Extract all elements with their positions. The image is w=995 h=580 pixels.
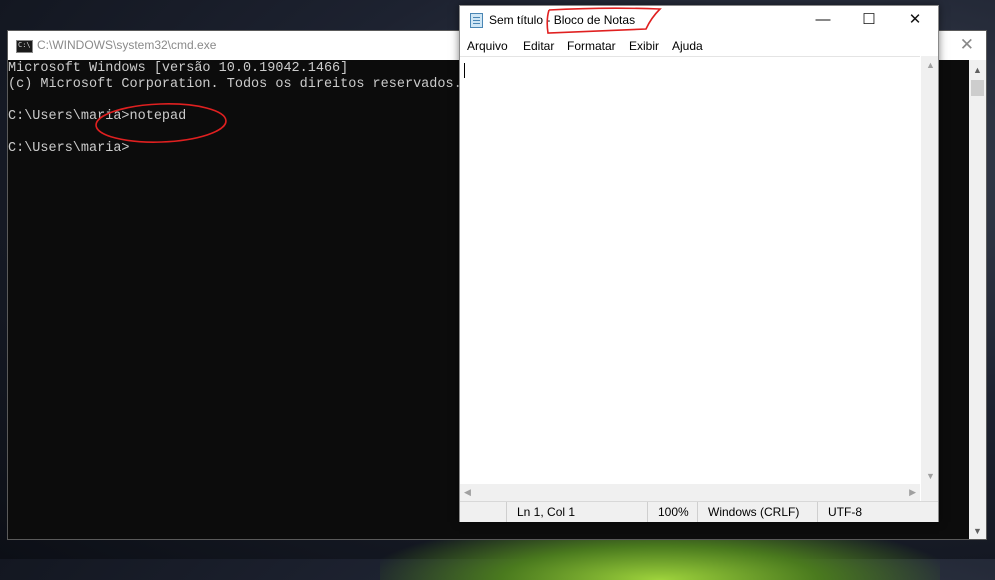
status-zoom: 100% [647,502,697,522]
scroll-up-arrow-icon[interactable]: ▲ [973,65,982,75]
notepad-menu-bar: Arquivo Editar Formatar Exibir Ajuda [460,36,938,56]
cmd-close-button[interactable]: ✕ [960,35,974,55]
text-caret [464,63,465,78]
cmd-line: C:\Users\maria> [8,141,130,156]
menu-arquivo[interactable]: Arquivo [467,39,508,53]
cmd-line: C:\Users\maria>notepad [8,109,187,124]
scroll-down-arrow-icon[interactable]: ▼ [926,471,935,481]
notepad-title-bar[interactable]: Sem título - Bloco de Notas — ☐ ✕ [460,6,938,36]
scroll-right-arrow-icon[interactable]: ▶ [909,487,916,498]
notepad-text-area[interactable] [460,56,920,485]
cmd-line: Microsoft Windows [versão 10.0.19042.146… [8,61,349,76]
notepad-window-title: Sem título - Bloco de Notas [489,13,636,27]
minimize-button[interactable]: — [800,6,846,36]
menu-exibir[interactable]: Exibir [629,39,659,53]
status-encoding: UTF-8 [817,502,917,522]
menu-ajuda[interactable]: Ajuda [672,39,703,53]
notepad-icon [470,13,483,28]
cmd-scrollbar[interactable]: ▲ ▼ [969,60,986,539]
menu-editar[interactable]: Editar [523,39,554,53]
notepad-window[interactable]: Sem título - Bloco de Notas — ☐ ✕ Arquiv… [459,5,939,522]
status-line-ending: Windows (CRLF) [697,502,817,522]
status-position: Ln 1, Col 1 [506,502,647,522]
scroll-left-arrow-icon[interactable]: ◀ [464,487,471,498]
close-button[interactable]: ✕ [892,6,938,36]
notepad-horizontal-scrollbar[interactable]: ◀ ▶ [460,484,920,501]
scroll-down-arrow-icon[interactable]: ▼ [973,526,982,536]
notepad-vertical-scrollbar[interactable]: ▲ ▼ [921,56,938,484]
menu-formatar[interactable]: Formatar [567,39,616,53]
scroll-up-arrow-icon[interactable]: ▲ [926,60,935,70]
notepad-status-bar: Ln 1, Col 1 100% Windows (CRLF) UTF-8 [460,501,938,522]
scrollbar-corner [921,484,938,501]
cmd-line: (c) Microsoft Corporation. Todos os dire… [8,77,462,92]
maximize-button[interactable]: ☐ [846,6,892,36]
cmd-scroll-thumb[interactable] [971,80,984,96]
cmd-window-title: C:\WINDOWS\system32\cmd.exe [37,38,217,52]
cmd-icon: C:\ [16,40,33,53]
